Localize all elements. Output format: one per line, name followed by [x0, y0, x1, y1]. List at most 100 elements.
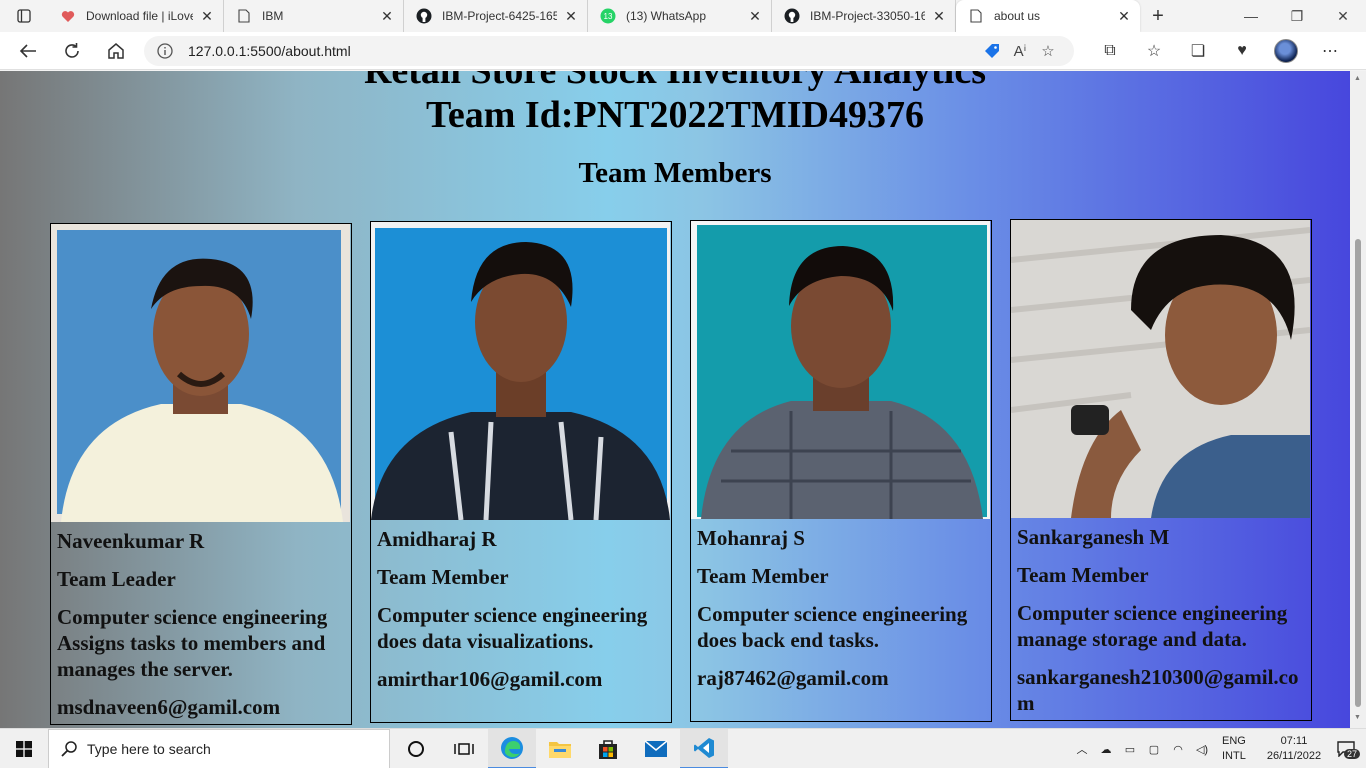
collections-icon: ❏ [1190, 42, 1206, 60]
collections-button[interactable]: ❏ [1176, 32, 1220, 70]
scrollbar-thumb[interactable] [1355, 239, 1361, 707]
edge-taskbar-button[interactable] [488, 728, 536, 768]
window-controls: — ❐ ✕ [1228, 0, 1366, 32]
navigation-bar: 127.0.0.1:5500/about.html Aⁱ ☆ ⧉ ☆ ❏ ♥ ⋯ [0, 32, 1366, 70]
member-description: Computer science engineering does back e… [697, 602, 968, 652]
clock-time: 07:11 [1280, 735, 1308, 747]
search-placeholder: Type here to search [87, 740, 211, 757]
url-text[interactable]: 127.0.0.1:5500/about.html [188, 43, 978, 59]
tab-actions-button[interactable] [0, 0, 48, 32]
chevron-up-icon: ︿ [1076, 744, 1088, 756]
page-title: Retail Store Stock Inventory Analytics [363, 71, 987, 92]
refresh-icon [65, 42, 79, 58]
tab-label: (13) WhatsApp [626, 9, 707, 23]
page-icon [968, 8, 984, 24]
back-arrow-icon [19, 43, 36, 58]
microsoft-store-button[interactable] [584, 729, 632, 768]
tab-whatsapp[interactable]: 13 (13) WhatsApp ✕ [588, 0, 772, 32]
taskbar: Type here to search ︿ ☁ ▭ ▢ ◠ ◁) ENG INT… [0, 728, 1366, 768]
read-aloud-icon[interactable]: Aⁱ [1006, 37, 1034, 65]
member-email: amirthar106@gamil.com [377, 667, 603, 691]
member-name: Mohanraj S [697, 526, 805, 550]
home-icon [108, 42, 124, 59]
windows-logo-icon [16, 740, 32, 757]
close-icon[interactable]: ✕ [379, 8, 395, 24]
close-icon[interactable]: ✕ [931, 8, 947, 24]
mail-button[interactable] [632, 729, 680, 768]
favorites-icon: ☆ [1146, 42, 1162, 60]
display-icon[interactable]: ▢ [1142, 743, 1166, 756]
task-view-button[interactable] [440, 729, 488, 768]
team-members-heading: Team Members [578, 157, 772, 189]
page-viewport: Retail Store Stock Inventory Analytics T… [0, 71, 1350, 728]
wifi-icon[interactable]: ◠ [1166, 743, 1190, 756]
mail-icon [644, 739, 668, 757]
github-icon [784, 8, 800, 24]
member-role: Team Leader [57, 567, 176, 591]
vscode-button[interactable] [680, 728, 728, 768]
close-icon[interactable]: ✕ [563, 8, 579, 24]
file-explorer-button[interactable] [536, 729, 584, 768]
member-photo [51, 224, 350, 522]
shopping-tag-icon[interactable] [978, 37, 1006, 65]
tab-label: Download file | iLoveP [86, 9, 193, 23]
svg-text:13: 13 [604, 12, 613, 21]
member-role: Team Member [697, 564, 829, 588]
tab-github-33050[interactable]: IBM-Project-33050-16 ✕ [772, 0, 956, 32]
settings-menu-button[interactable]: ⋯ [1308, 32, 1352, 70]
vertical-scrollbar[interactable]: ▲ ▼ [1350, 71, 1366, 728]
new-tab-button[interactable]: + [1140, 0, 1176, 32]
member-card: Sankarganesh M Team Member Computer scie… [1010, 219, 1312, 721]
member-email: sankarganesh210300@gamil.com [1017, 665, 1299, 715]
clock[interactable]: 07:11 26/11/2022 [1262, 734, 1326, 764]
member-photo [1011, 220, 1310, 518]
tab-ilovepdf[interactable]: Download file | iLoveP ✕ [48, 0, 224, 32]
system-tray: ︿ ☁ ▭ ▢ ◠ ◁) ENG INTL 07:11 26/11/2022 2… [1070, 729, 1366, 768]
scroll-down-icon[interactable]: ▼ [1354, 714, 1361, 721]
add-favorite-icon[interactable]: ☆ [1034, 37, 1062, 65]
notification-center-button[interactable]: 27 [1326, 741, 1366, 759]
clock-date: 26/11/2022 [1266, 750, 1322, 762]
favorites-button[interactable]: ☆ [1132, 32, 1176, 70]
language-indicator[interactable]: ENG INTL [1222, 734, 1262, 764]
info-icon[interactable] [156, 42, 174, 60]
browser-essentials-button[interactable]: ♥ [1220, 32, 1264, 70]
vscode-icon [694, 737, 714, 758]
close-icon[interactable]: ✕ [747, 8, 763, 24]
minimize-button[interactable]: — [1228, 0, 1274, 32]
tab-about-us[interactable]: about us ✕ [956, 0, 1140, 32]
close-window-button[interactable]: ✕ [1320, 0, 1366, 32]
close-icon[interactable]: ✕ [1116, 8, 1132, 24]
battery-icon[interactable]: ▭ [1118, 743, 1142, 756]
member-description: Computer science engineering does data v… [377, 603, 648, 653]
scroll-up-icon[interactable]: ▲ [1354, 75, 1361, 82]
home-button[interactable] [94, 32, 138, 70]
refresh-button[interactable] [50, 32, 94, 70]
member-photo [691, 221, 990, 519]
show-hidden-icons[interactable]: ︿ [1070, 741, 1094, 757]
volume-icon[interactable]: ◁) [1190, 743, 1214, 756]
cortana-button[interactable] [392, 729, 440, 768]
tab-github-6425[interactable]: IBM-Project-6425-165 ✕ [404, 0, 588, 32]
restore-button[interactable]: ❐ [1274, 0, 1320, 32]
onedrive-icon[interactable]: ☁ [1094, 743, 1118, 756]
member-name: Sankarganesh M [1017, 525, 1170, 549]
team-id-heading: Team Id:PNT2022TMID49376 [426, 94, 924, 136]
profile-button[interactable] [1264, 32, 1308, 70]
member-description: Computer science engineering Assigns tas… [57, 605, 328, 681]
notification-badge: 27 [1343, 749, 1360, 759]
extensions-button[interactable]: ⧉ [1088, 32, 1132, 70]
folder-icon [549, 741, 571, 758]
tab-ibm[interactable]: IBM ✕ [224, 0, 404, 32]
close-icon[interactable]: ✕ [199, 8, 215, 24]
taskbar-search[interactable]: Type here to search [48, 728, 390, 768]
keyboard-layout: INTL [1222, 750, 1246, 762]
back-button[interactable] [6, 32, 50, 70]
task-view-icon [454, 742, 474, 755]
start-button[interactable] [0, 729, 48, 768]
github-icon [416, 8, 432, 24]
member-card: Naveenkumar R Team Leader Computer scien… [50, 223, 352, 725]
cortana-icon [408, 740, 424, 757]
address-bar[interactable]: 127.0.0.1:5500/about.html Aⁱ ☆ [144, 35, 1074, 66]
tab-label: about us [994, 9, 1041, 23]
